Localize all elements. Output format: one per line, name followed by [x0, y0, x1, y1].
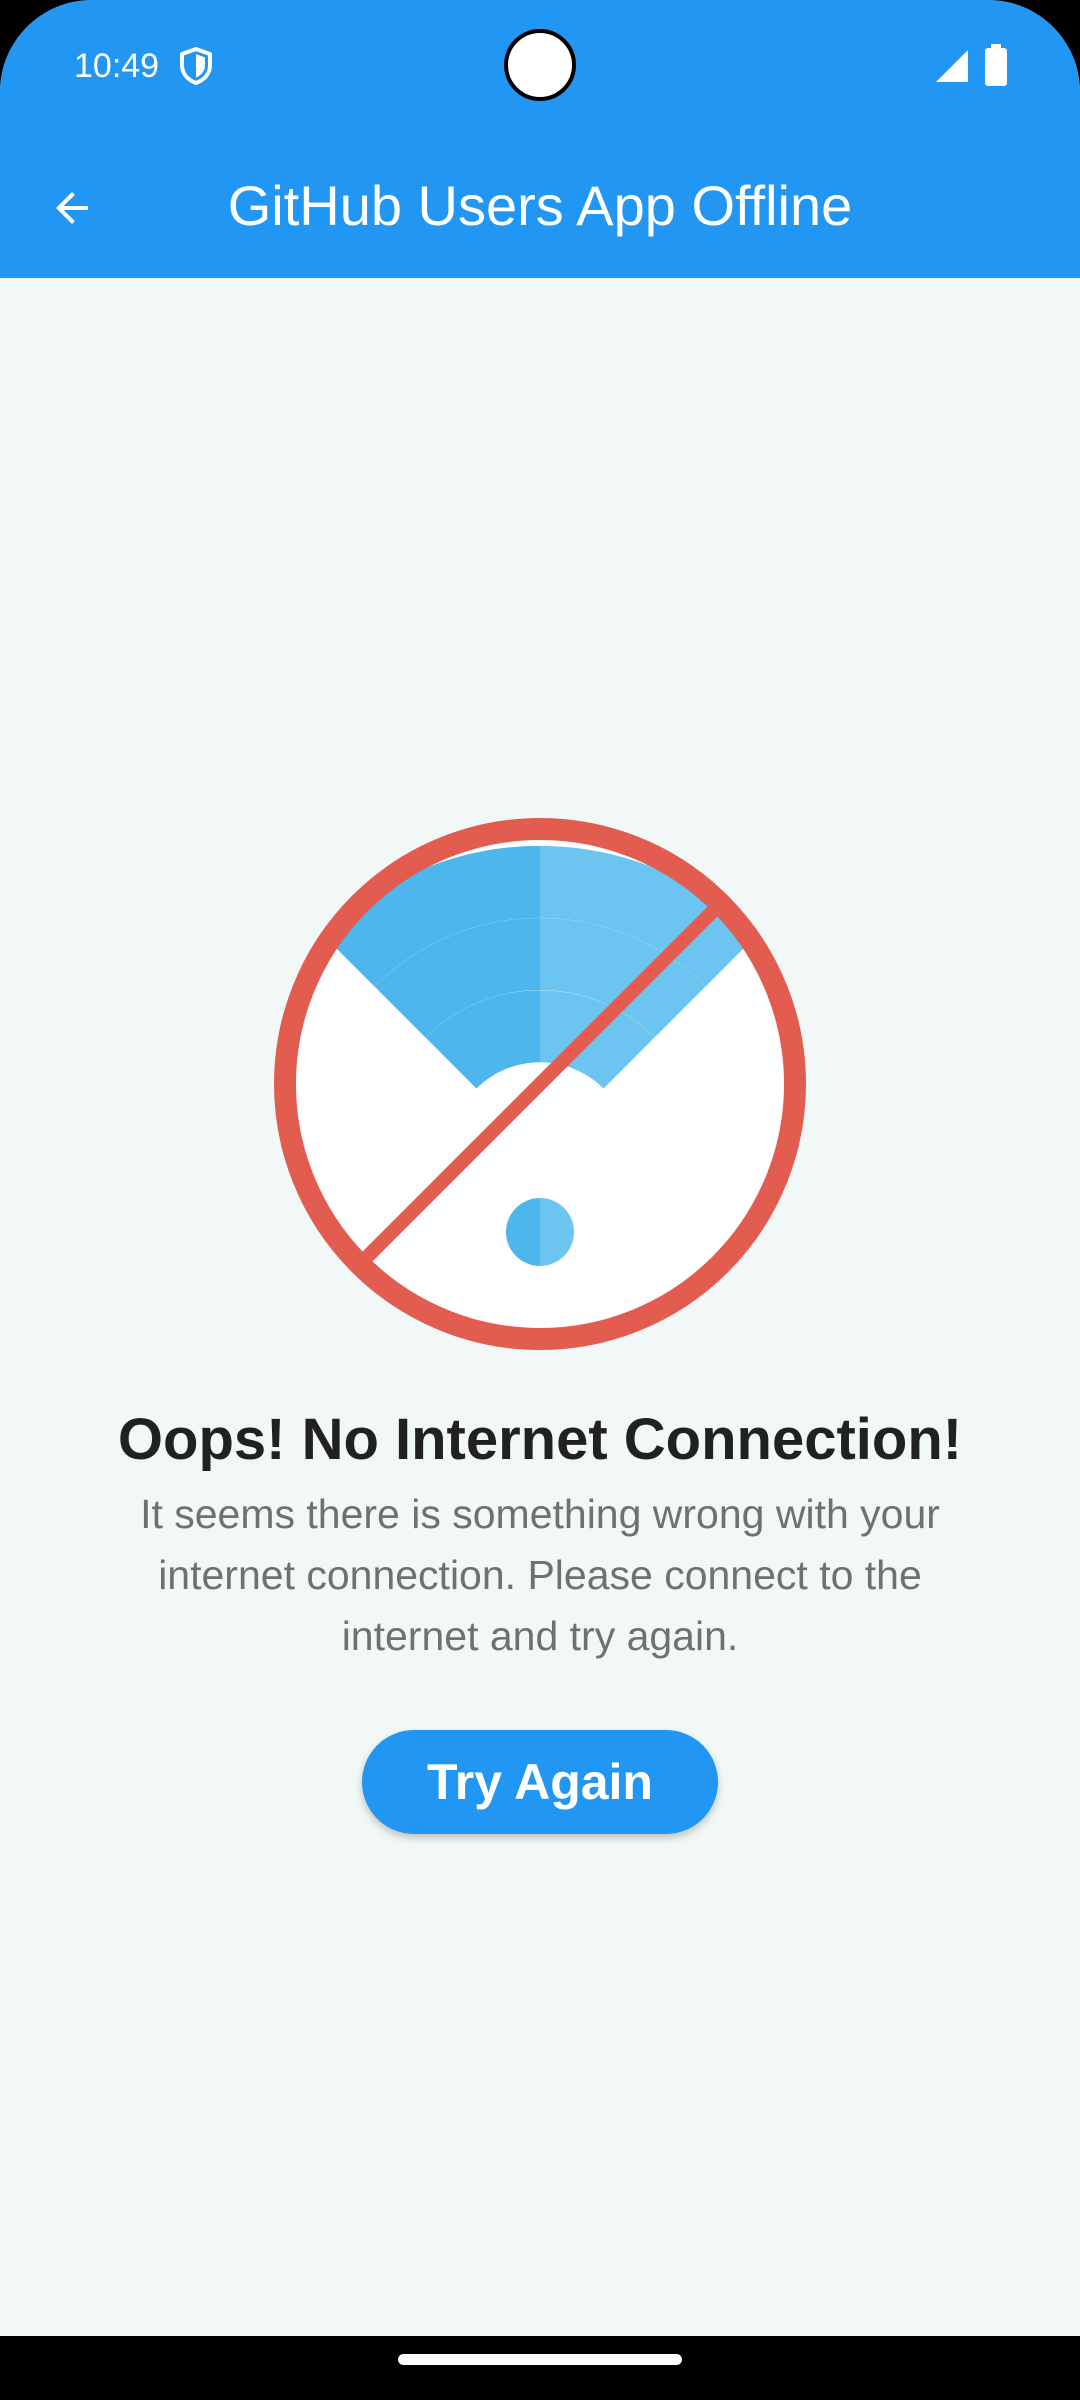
offline-headline: Oops! No Internet Connection!	[117, 1407, 963, 1472]
navigation-bar	[0, 2336, 1080, 2400]
status-time: 10:49	[74, 47, 160, 85]
back-button[interactable]	[30, 166, 114, 250]
status-bar: 10:49	[0, 0, 1080, 134]
home-gesture-handle[interactable]	[398, 2354, 682, 2365]
wifi-off-icon	[274, 818, 806, 1350]
arrow-back-icon	[56, 192, 88, 224]
offline-message: It seems there is something wrong with y…	[140, 1491, 940, 1659]
device-frame: 10:49 GitHub Users App Offline Oops! No …	[0, 0, 1080, 2400]
app-bar: GitHub Users App Offline	[0, 134, 1080, 278]
app-bar-title: GitHub Users App Offline	[227, 174, 853, 237]
try-again-button[interactable]: Try Again	[362, 1730, 718, 1834]
battery-icon	[985, 44, 1007, 86]
front-camera	[504, 29, 576, 101]
vpn-shield-icon	[180, 47, 212, 85]
cellular-signal-icon	[936, 50, 968, 82]
app-screen: 10:49 GitHub Users App Offline Oops! No …	[0, 0, 1080, 2336]
